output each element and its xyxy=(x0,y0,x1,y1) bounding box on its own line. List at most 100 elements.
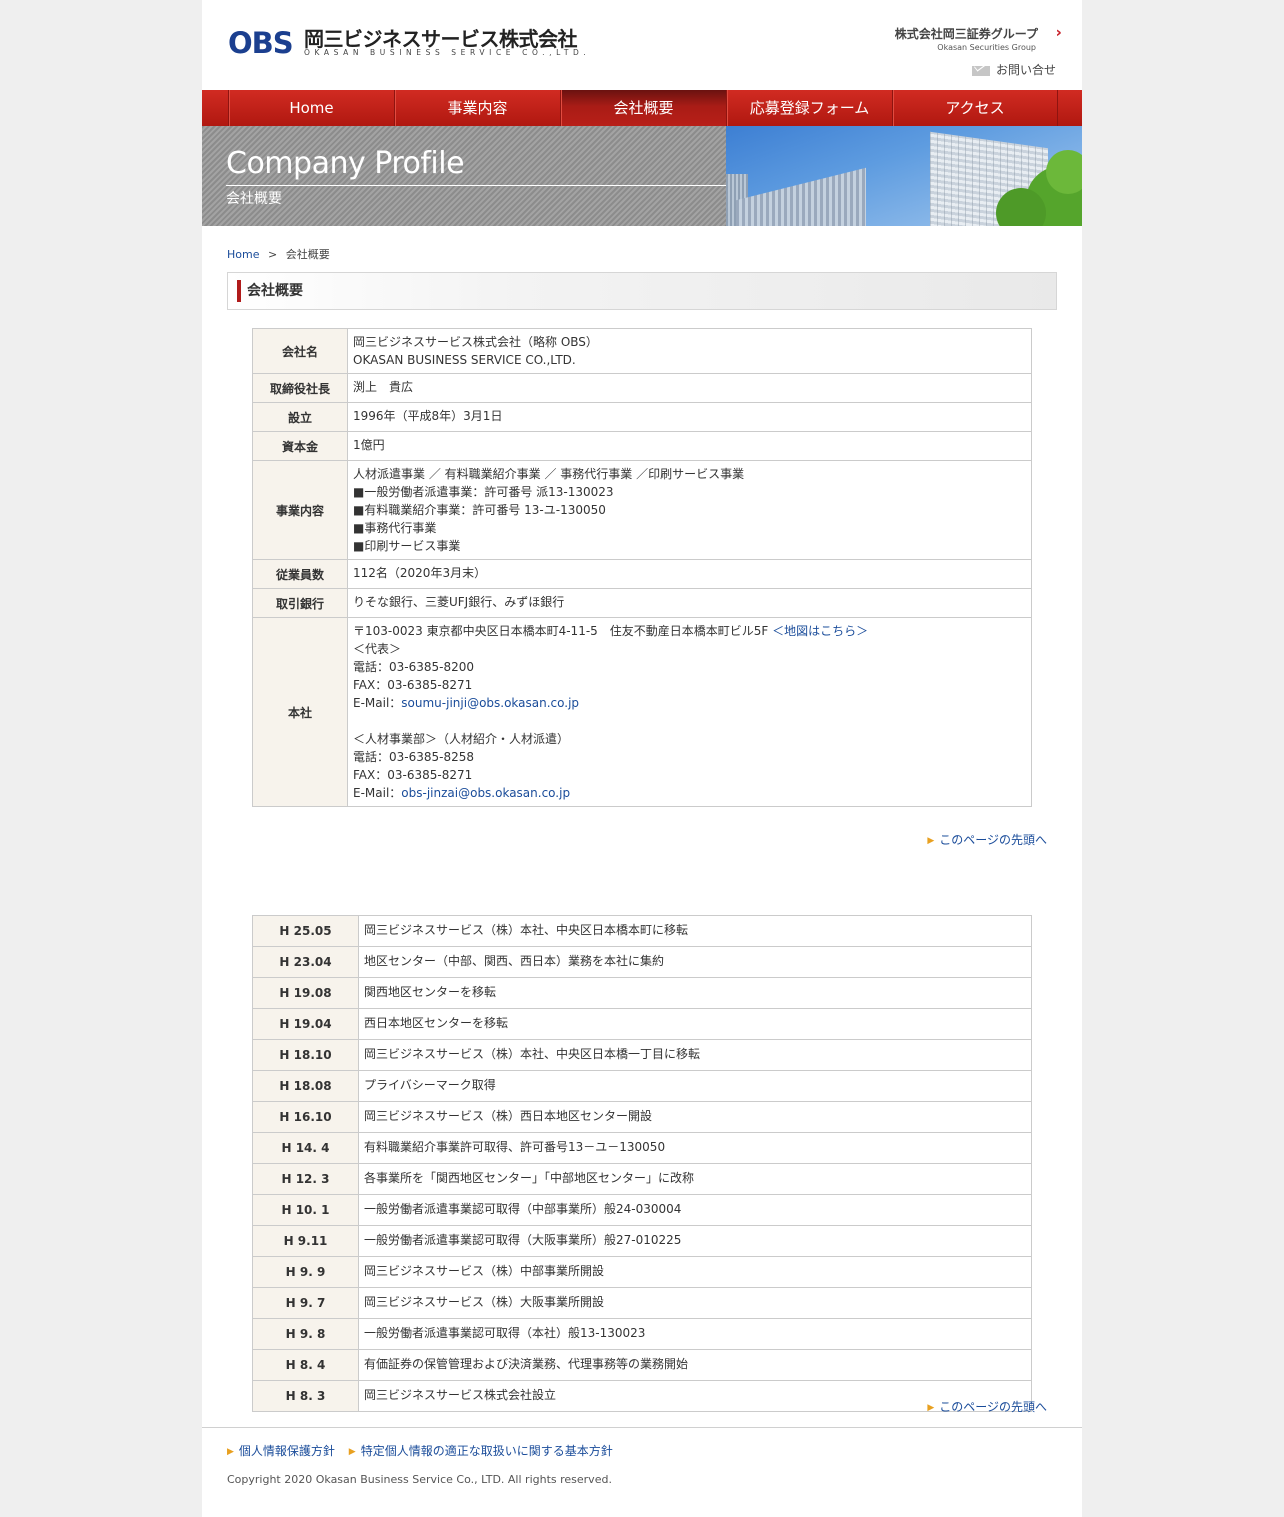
mail-icon xyxy=(971,65,990,76)
banner-title: Company Profile xyxy=(226,146,465,181)
history-row: H 8. 4 有価証券の保管管理および決済業務、代理事務等の業務開始 xyxy=(252,1349,1032,1381)
nav-home[interactable]: Home xyxy=(228,90,394,126)
section-heading: 会社概要 xyxy=(227,272,1057,310)
section-title: 会社概要 xyxy=(247,283,303,299)
history-date: H 9. 9 xyxy=(252,1256,359,1288)
contact-link[interactable]: お問い合せ xyxy=(971,62,1056,78)
hr-email-line: E-Mail：obs-jinzai@obs.okasan.co.jp xyxy=(353,784,1026,802)
row-value: 112名（2020年3月末） xyxy=(347,559,1032,589)
banner-divider xyxy=(226,185,726,186)
nav-application-form[interactable]: 応募登録フォーム xyxy=(726,90,892,126)
global-nav: Home 事業内容 会社概要 応募登録フォーム アクセス xyxy=(202,90,1082,126)
table-row: 設立 1996年（平成8年）3月1日 xyxy=(252,402,1032,432)
history-row: H 23.04 地区センター（中部、関西、西日本）業務を本社に集約 xyxy=(252,946,1032,978)
row-value: 〒103-0023 東京都中央区日本橋本町4-11-5 住友不動産日本橋本町ビル… xyxy=(347,617,1032,807)
row-value: 岡三ビジネスサービス株式会社（略称 OBS） OKASAN BUSINESS S… xyxy=(347,328,1032,374)
group-name-en: Okasan Securities Group xyxy=(937,43,1036,52)
history-date: H 9.11 xyxy=(252,1225,359,1257)
nav-business[interactable]: 事業内容 xyxy=(394,90,560,126)
row-value: 1億円 xyxy=(347,431,1032,461)
history-date: H 10. 1 xyxy=(252,1194,359,1226)
history-row: H 12. 3 各事業所を「関西地区センター」「中部地区センター」に改称 xyxy=(252,1163,1032,1195)
address-line: 〒103-0023 東京都中央区日本橋本町4-11-5 住友不動産日本橋本町ビル… xyxy=(353,622,1026,640)
row-label: 設立 xyxy=(252,402,348,432)
nav-company-profile[interactable]: 会社概要 xyxy=(560,90,726,126)
table-row: 資本金 1億円 xyxy=(252,431,1032,461)
business-line: ■事務代行事業 xyxy=(353,521,437,535)
nav-access[interactable]: アクセス xyxy=(892,90,1058,126)
company-name-jp: 岡三ビジネスサービス株式会社（略称 OBS） xyxy=(353,335,598,349)
table-row: 取引銀行 りそな銀行、三菱UFJ銀行、みずほ銀行 xyxy=(252,588,1032,618)
history-date: H 12. 3 xyxy=(252,1163,359,1195)
page-banner: Company Profile 会社概要 xyxy=(202,126,1082,226)
history-row: H 19.04 西日本地区センターを移転 xyxy=(252,1008,1032,1040)
history-event: 西日本地区センターを移転 xyxy=(358,1008,1032,1040)
rep-email-link[interactable]: soumu-jinji@obs.okasan.co.jp xyxy=(401,696,579,710)
table-row: 会社名 岡三ビジネスサービス株式会社（略称 OBS） OKASAN BUSINE… xyxy=(252,328,1032,374)
group-link[interactable]: 株式会社岡三証券グループ›› Okasan Securities Group xyxy=(894,26,1062,54)
history-event: 一般労働者派遣事業認可取得（中部事業所）般24-030004 xyxy=(358,1194,1032,1226)
history-event: 地区センター（中部、関西、西日本）業務を本社に集約 xyxy=(358,946,1032,978)
logo-mark: OBS xyxy=(228,26,294,60)
hr-title: ＜人材事業部＞（人材紹介・人材派遣） xyxy=(353,732,570,746)
history-date: H 14. 4 xyxy=(252,1132,359,1164)
business-line: 人材派遣事業 ／ 有料職業紹介事業 ／ 事務代行事業 ／印刷サービス事業 xyxy=(353,467,745,481)
company-history-table: H 25.05 岡三ビジネスサービス（株）本社、中央区日本橋本町に移転 H 23.0… xyxy=(252,915,1032,1412)
page: OBS 岡三ビジネスサービス株式会社 OKASAN BUSINESS SERVI… xyxy=(202,0,1082,1517)
site-logo[interactable]: OBS 岡三ビジネスサービス株式会社 OKASAN BUSINESS SERVI… xyxy=(228,26,586,60)
back-to-top-link[interactable]: ▶ このページの先頭へ xyxy=(927,1399,1047,1416)
rep-email-label: E-Mail： xyxy=(353,696,402,710)
history-event: プライバシーマーク取得 xyxy=(358,1070,1032,1102)
history-date: H 9. 7 xyxy=(252,1287,359,1319)
back-to-top-label: このページの先頭へ xyxy=(939,1400,1047,1414)
history-row: H 9. 7 岡三ビジネスサービス（株）大阪事業所開設 xyxy=(252,1287,1032,1319)
row-label: 従業員数 xyxy=(252,559,348,589)
breadcrumb-home-link[interactable]: Home xyxy=(227,248,259,261)
history-event: 一般労働者派遣事業認可取得（本社）般13-130023 xyxy=(358,1318,1032,1350)
history-event: 岡三ビジネスサービス（株）中部事業所開設 xyxy=(358,1256,1032,1288)
table-row: 従業員数 112名（2020年3月末） xyxy=(252,559,1032,589)
hr-fax: FAX：03-6385-8271 xyxy=(353,768,473,782)
rep-tel: 電話：03-6385-8200 xyxy=(353,660,475,674)
address: 〒103-0023 東京都中央区日本橋本町4-11-5 住友不動産日本橋本町ビル… xyxy=(353,624,769,638)
hr-email-label: E-Mail： xyxy=(353,786,402,800)
rep-title: ＜代表＞ xyxy=(353,642,402,656)
row-label: 資本金 xyxy=(252,431,348,461)
breadcrumb-current: 会社概要 xyxy=(285,248,330,261)
history-row: H 18.08 プライバシーマーク取得 xyxy=(252,1070,1032,1102)
triangle-right-icon: ▶ xyxy=(348,1447,356,1457)
business-line: ■有料職業紹介事業：許可番号 13-ユ-130050 xyxy=(353,503,606,517)
history-row: H 19.08 関西地区センターを移転 xyxy=(252,977,1032,1009)
history-date: H 18.08 xyxy=(252,1070,359,1102)
back-to-top-link[interactable]: ▶ このページの先頭へ xyxy=(927,832,1047,849)
table-row: 本社 〒103-0023 東京都中央区日本橋本町4-11-5 住友不動産日本橋本… xyxy=(252,617,1032,807)
footer-links: ▶ 個人情報保護方針 ▶ 特定個人情報の適正な取扱いに関する基本方針 xyxy=(227,1443,623,1460)
history-row: H 9. 8 一般労働者派遣事業認可取得（本社）般13-130023 xyxy=(252,1318,1032,1350)
history-event: 岡三ビジネスサービス（株）本社、中央区日本橋一丁目に移転 xyxy=(358,1039,1032,1071)
copyright: Copyright 2020 Okasan Business Service C… xyxy=(227,1473,612,1486)
rep-email-line: E-Mail：soumu-jinji@obs.okasan.co.jp xyxy=(353,694,1026,712)
hr-email-link[interactable]: obs-jinzai@obs.okasan.co.jp xyxy=(401,786,570,800)
history-row: H 16.10 岡三ビジネスサービス（株）西日本地区センター開設 xyxy=(252,1101,1032,1133)
building-shape xyxy=(736,167,866,226)
history-row: H 14. 4 有料職業紹介事業許可取得、許可番号13－ユ－130050 xyxy=(252,1132,1032,1164)
map-link[interactable]: ＜地図はこちら＞ xyxy=(772,624,868,638)
privacy-policy-link[interactable]: ▶ 個人情報保護方針 xyxy=(227,1444,335,1458)
row-label: 取引銀行 xyxy=(252,588,348,618)
banner-title-area: Company Profile 会社概要 xyxy=(202,126,726,226)
row-label: 会社名 xyxy=(252,328,348,374)
history-row: H 9.11 一般労働者派遣事業認可取得（大阪事業所）般27-010225 xyxy=(252,1225,1032,1257)
history-date: H 23.04 xyxy=(252,946,359,978)
banner-subtitle: 会社概要 xyxy=(226,191,282,207)
banner-building-photo xyxy=(726,126,1082,226)
personal-number-policy-link[interactable]: ▶ 特定個人情報の適正な取扱いに関する基本方針 xyxy=(349,1444,613,1458)
history-row: H 25.05 岡三ビジネスサービス（株）本社、中央区日本橋本町に移転 xyxy=(252,915,1032,947)
footer-divider xyxy=(202,1427,1082,1428)
heading-accent-bar xyxy=(237,280,241,302)
history-event: 関西地区センターを移転 xyxy=(358,977,1032,1009)
group-name-text: 株式会社岡三証券グループ xyxy=(894,27,1038,41)
history-body: H 25.05 岡三ビジネスサービス（株）本社、中央区日本橋本町に移転 H 23.0… xyxy=(252,915,1032,1412)
tree-shape xyxy=(1046,150,1082,194)
history-row: H 18.10 岡三ビジネスサービス（株）本社、中央区日本橋一丁目に移転 xyxy=(252,1039,1032,1071)
history-date: H 19.04 xyxy=(252,1008,359,1040)
